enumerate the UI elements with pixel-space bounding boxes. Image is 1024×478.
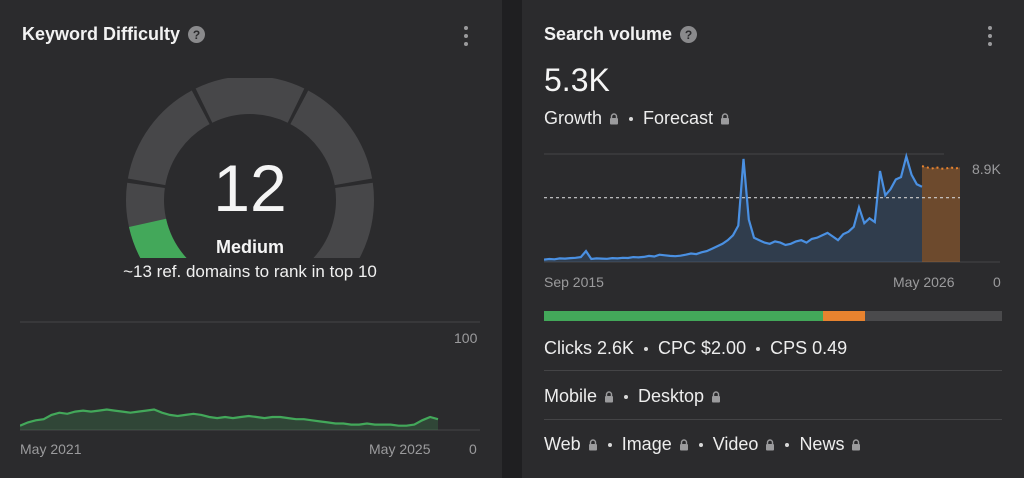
x-axis-end-label: May 2026: [893, 274, 955, 290]
difficulty-area: [20, 409, 438, 430]
organic-share-segment: [544, 311, 824, 321]
lock-icon: [721, 112, 730, 124]
tab-mobile-label: Mobile: [544, 386, 598, 406]
search-type-tabs: Web Image Video News: [544, 434, 861, 455]
forecast-area: [922, 166, 960, 262]
x-axis-start-label: Sep 2015: [544, 274, 604, 290]
tab-video[interactable]: Video: [713, 434, 776, 455]
tab-web-label: Web: [544, 434, 581, 454]
question-circle-icon[interactable]: ?: [680, 26, 698, 43]
search-volume-chart: [544, 152, 1000, 263]
separator-dot: [644, 346, 649, 351]
cpc-metric: CPC $2.00: [658, 338, 747, 358]
device-tabs: Mobile Desktop: [544, 386, 721, 407]
separator-dot: [624, 394, 629, 399]
lock-icon: [605, 390, 614, 402]
search-volume-title-text: Search volume: [544, 24, 673, 44]
separator-dot: [785, 442, 790, 447]
tab-growth-label: Growth: [544, 108, 603, 128]
cps-metric: CPS 0.49: [770, 338, 848, 358]
difficulty-trend-chart: [20, 321, 480, 431]
x-axis-end-label: May 2025: [369, 441, 431, 457]
paid-share-segment: [823, 311, 865, 321]
search-volume-card: Search volume ? 5.3K Growth Forecast 8.9…: [522, 0, 1024, 478]
separator-dot: [607, 442, 612, 447]
tab-news[interactable]: News: [799, 434, 861, 455]
volume-tabs: Growth Forecast: [544, 108, 730, 129]
volume-area: [544, 156, 922, 262]
tab-image-label: Image: [621, 434, 672, 454]
keyword-difficulty-title-text: Keyword Difficulty: [22, 24, 181, 44]
kebab-menu-icon[interactable]: [987, 26, 993, 46]
y-axis-max-label: 100: [454, 330, 478, 346]
separator-dot: [629, 116, 634, 121]
tab-video-label: Video: [712, 434, 759, 454]
kebab-menu-icon[interactable]: [463, 26, 469, 46]
tab-news-label: News: [799, 434, 845, 454]
tab-desktop-label: Desktop: [638, 386, 705, 406]
divider: [544, 370, 1002, 371]
separator-dot: [698, 442, 703, 447]
tab-growth[interactable]: Growth: [544, 108, 619, 129]
lock-icon: [852, 438, 861, 450]
difficulty-score: 12: [213, 151, 287, 225]
x-axis-start-label: May 2021: [20, 441, 82, 457]
difficulty-level: Medium: [215, 237, 284, 257]
lock-icon: [712, 390, 721, 402]
difficulty-description: ~13 ref. domains to rank in top 10: [123, 262, 377, 281]
question-circle-icon[interactable]: ?: [188, 26, 206, 43]
traffic-split-bar: [544, 311, 1002, 321]
keyword-difficulty-card: Keyword Difficulty ? 12 Medium ~13 ref. …: [0, 0, 502, 478]
lock-icon: [588, 438, 597, 450]
gauge-segment: [195, 78, 305, 123]
y-axis-max-label: 8.9K: [972, 161, 1001, 177]
separator-dot: [756, 346, 761, 351]
tab-forecast[interactable]: Forecast: [643, 108, 730, 129]
lock-icon: [679, 438, 688, 450]
lock-icon: [610, 112, 619, 124]
y-axis-min-label: 0: [993, 274, 1001, 290]
search-volume-value: 5.3K: [544, 62, 610, 98]
tab-web[interactable]: Web: [544, 434, 598, 455]
clicks-metric: Clicks 2.6K: [544, 338, 635, 358]
divider: [544, 419, 1002, 420]
search-volume-title: Search volume ?: [544, 24, 698, 45]
y-axis-min-label: 0: [469, 441, 477, 457]
keyword-difficulty-title: Keyword Difficulty ?: [22, 24, 206, 45]
lock-icon: [766, 438, 775, 450]
forecast-line: [921, 165, 961, 170]
metrics-row: Clicks 2.6K CPC $2.00 CPS 0.49: [544, 338, 847, 359]
tab-desktop[interactable]: Desktop: [638, 386, 721, 407]
tab-mobile[interactable]: Mobile: [544, 386, 614, 407]
tab-image[interactable]: Image: [622, 434, 689, 455]
tab-forecast-label: Forecast: [643, 108, 714, 128]
